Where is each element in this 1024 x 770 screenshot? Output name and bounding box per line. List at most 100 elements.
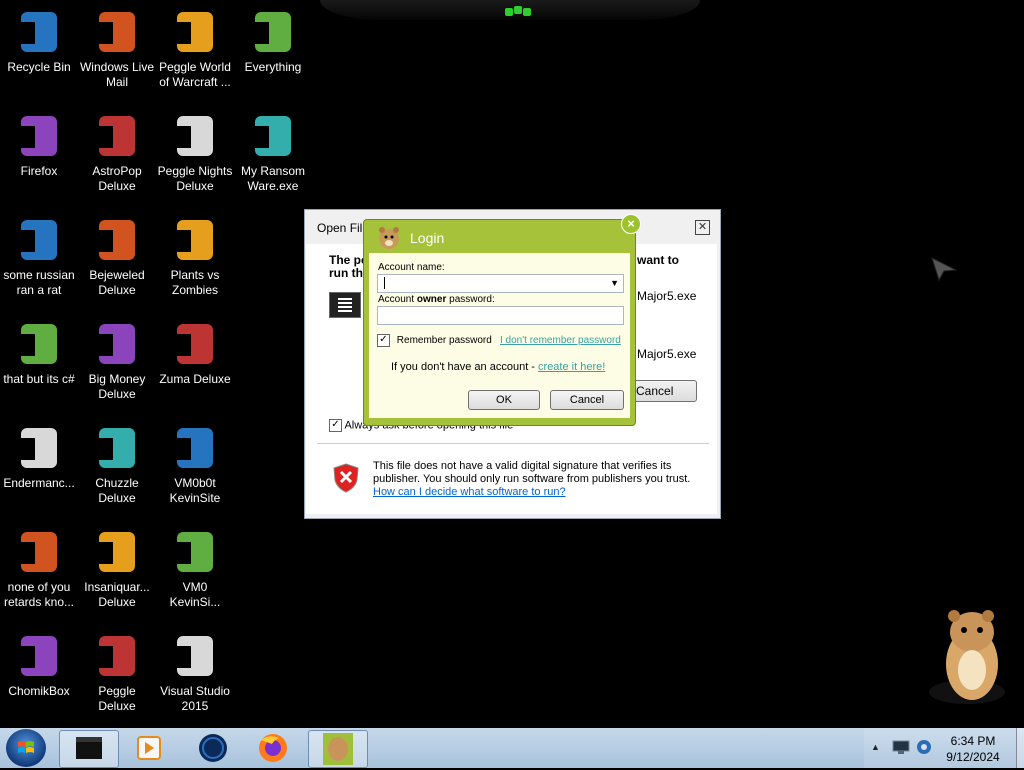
taskbar-terminal[interactable] bbox=[59, 730, 119, 768]
desktop-icon[interactable]: ChomikBox bbox=[0, 624, 78, 699]
vm-icon bbox=[171, 528, 219, 576]
forgot-password-link[interactable]: I don't remember password bbox=[500, 335, 621, 346]
desktop-icon-label: VM0 KevinSi... bbox=[169, 580, 221, 609]
clock[interactable]: 6:34 PM 9/12/2024 bbox=[930, 733, 1016, 765]
big-money-icon bbox=[93, 320, 141, 368]
astropop-icon bbox=[93, 112, 141, 160]
windows-logo-icon bbox=[18, 741, 34, 753]
checkbox-icon[interactable]: ✓ bbox=[329, 419, 342, 432]
desktop-icon[interactable]: Peggle Deluxe bbox=[78, 624, 156, 714]
recycle-bin-icon bbox=[15, 8, 63, 56]
checkbox-icon[interactable]: ✓ bbox=[377, 334, 390, 347]
chevron-down-icon[interactable]: ▼ bbox=[610, 278, 619, 288]
desktop-icon-label: Recycle Bin bbox=[7, 60, 71, 74]
desktop-icon-label: Everything bbox=[244, 60, 302, 74]
desktop-icon[interactable]: Peggle World of Warcraft ... bbox=[156, 0, 234, 90]
desktop-icon-label: that but its c# bbox=[3, 372, 75, 386]
password-label-post: password: bbox=[446, 294, 495, 305]
open-file-title: Open File bbox=[317, 221, 370, 235]
taskbar-firefox[interactable] bbox=[244, 730, 302, 766]
desktop-icon-label: none of you retards kno... bbox=[3, 580, 75, 609]
taskbar: ▲ 6:34 PM 9/12/2024 bbox=[0, 728, 1024, 768]
ok-button[interactable]: OK bbox=[468, 390, 540, 410]
firefox-icon bbox=[259, 734, 287, 762]
clock-time: 6:34 PM bbox=[950, 734, 996, 748]
open-file-close-button[interactable]: ✕ bbox=[695, 220, 710, 235]
desktop-icon[interactable]: Endermanc... bbox=[0, 416, 78, 491]
exe-icon bbox=[249, 112, 297, 160]
vm-icon bbox=[171, 424, 219, 472]
cancel-button[interactable]: Cancel bbox=[550, 390, 624, 410]
zuma-icon bbox=[171, 320, 219, 368]
taskbar-chomikbox[interactable] bbox=[308, 730, 368, 768]
desktop-icon[interactable]: none of you retards kno... bbox=[0, 520, 78, 610]
desktop-icon-label: Peggle Nights Deluxe bbox=[157, 164, 233, 193]
desktop-icon[interactable]: Bejeweled Deluxe bbox=[78, 208, 156, 298]
desktop-icon[interactable]: Zuma Deluxe bbox=[156, 312, 234, 387]
exe-icon bbox=[15, 424, 63, 472]
peggle-world-of-warcraft-icon bbox=[171, 8, 219, 56]
no-account-label: If you don't have an account - bbox=[391, 361, 539, 373]
create-account-link[interactable]: create it here! bbox=[538, 361, 605, 373]
network-icon[interactable] bbox=[892, 740, 910, 754]
desktop-icon-label: Plants vs Zombies bbox=[170, 268, 220, 297]
bejeweled-icon bbox=[93, 216, 141, 264]
show-desktop-button[interactable] bbox=[1016, 728, 1024, 768]
file-icon bbox=[15, 216, 63, 264]
desktop-icon[interactable]: Recycle Bin bbox=[0, 0, 78, 75]
warning-text: This file does not have a valid digital … bbox=[373, 460, 691, 485]
desktop-icon[interactable]: Insaniquar... Deluxe bbox=[78, 520, 156, 610]
chuzzle-icon bbox=[93, 424, 141, 472]
divider bbox=[317, 443, 709, 444]
desktop-icon-label: Endermanc... bbox=[3, 476, 75, 490]
desktop-icon[interactable]: Plants vs Zombies bbox=[156, 208, 234, 298]
hamster-desktop-gadget[interactable] bbox=[922, 604, 1012, 708]
clock-date: 9/12/2024 bbox=[946, 750, 1000, 764]
show-hidden-icons-icon[interactable]: ▲ bbox=[871, 742, 880, 752]
open-file-cancel-button[interactable]: Cancel bbox=[631, 380, 697, 402]
desktop-icon[interactable]: VM0b0t KevinSite bbox=[156, 416, 234, 506]
desktop-icon-label: Big Money Deluxe bbox=[88, 372, 146, 401]
login-form: Account name: ▼ Account owner password: … bbox=[369, 253, 630, 418]
password-field[interactable] bbox=[377, 306, 624, 325]
desktop-icon[interactable]: some russian ran a rat bbox=[0, 208, 78, 298]
taskbar-media-player[interactable] bbox=[120, 730, 178, 766]
desktop-icon-label: VM0b0t KevinSite bbox=[169, 476, 221, 505]
desktop-icon[interactable]: that but its c# bbox=[0, 312, 78, 387]
windows-live-mail-icon bbox=[93, 8, 141, 56]
login-title: Login bbox=[410, 230, 445, 246]
desktop-icon-label: ChomikBox bbox=[8, 684, 70, 698]
desktop-icon[interactable]: Windows Live Mail bbox=[78, 0, 156, 90]
folder-icon bbox=[15, 320, 63, 368]
desktop-icon-label: Peggle Deluxe bbox=[98, 684, 136, 713]
desktop-icon[interactable]: AstroPop Deluxe bbox=[78, 104, 156, 194]
desktop-icon-label: Visual Studio 2015 bbox=[160, 684, 230, 713]
taskbar-globe[interactable] bbox=[184, 730, 242, 766]
desktop-icon[interactable]: Firefox bbox=[0, 104, 78, 179]
account-name-combobox[interactable]: ▼ bbox=[377, 274, 624, 293]
start-button[interactable] bbox=[6, 729, 46, 767]
desktop-icon-label: Bejeweled Deluxe bbox=[89, 268, 145, 297]
remember-password-label: Remember password bbox=[396, 335, 492, 347]
account-name-label: Account name: bbox=[378, 262, 445, 273]
desktop-icon-label: My Ransom Ware.exe bbox=[240, 164, 305, 193]
desktop-icon-label: AstroPop Deluxe bbox=[92, 164, 142, 193]
desktop-icon[interactable]: Visual Studio 2015 bbox=[156, 624, 234, 714]
globe-icon bbox=[199, 734, 227, 762]
desktop-icon-label: Zuma Deluxe bbox=[159, 372, 231, 386]
desktop-icon[interactable]: VM0 KevinSi... bbox=[156, 520, 234, 610]
peggle-icon bbox=[93, 632, 141, 680]
password-label-bold: owner bbox=[416, 294, 447, 305]
help-link[interactable]: How can I decide what software to run? bbox=[373, 486, 566, 498]
login-close-button[interactable]: × bbox=[621, 214, 641, 234]
text-caret bbox=[384, 277, 385, 289]
desktop-icon[interactable]: Chuzzle Deluxe bbox=[78, 416, 156, 506]
hamster-logo-icon bbox=[376, 224, 402, 250]
desktop-icon[interactable]: Big Money Deluxe bbox=[78, 312, 156, 402]
desktop-icon[interactable]: My Ransom Ware.exe bbox=[234, 104, 312, 194]
remember-password-checkbox[interactable]: ✓ Remember password bbox=[377, 334, 492, 347]
desktop-icon[interactable]: Everything bbox=[234, 0, 312, 75]
desktop-icon[interactable]: Peggle Nights Deluxe bbox=[156, 104, 234, 194]
desktop-icon-label: some russian ran a rat bbox=[3, 268, 75, 297]
everything-icon bbox=[249, 8, 297, 56]
